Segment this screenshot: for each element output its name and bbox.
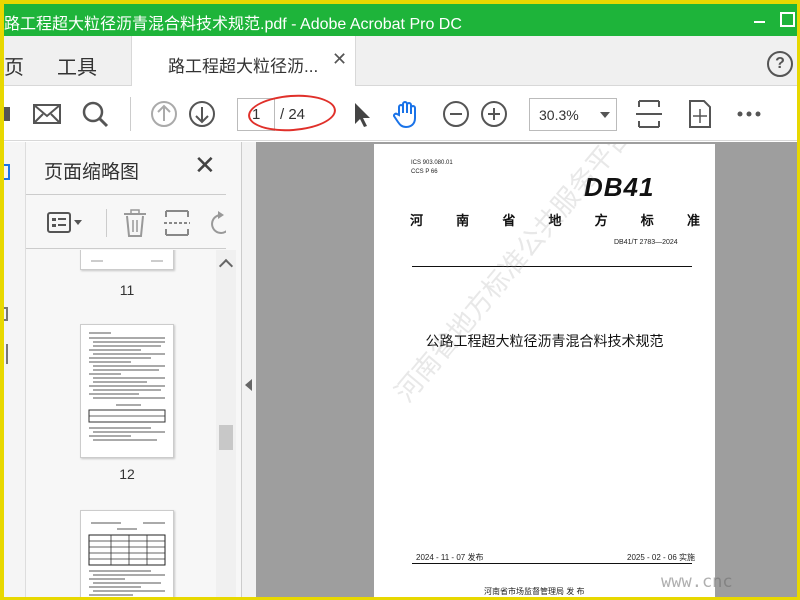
publisher: 河南省市场监督管理局 发 布 <box>484 587 585 596</box>
document-page: ICS 903.080.01 CCS P 66 DB41 河 南 省 地 方 标… <box>374 144 715 597</box>
document-view[interactable]: ICS 903.080.01 CCS P 66 DB41 河 南 省 地 方 标… <box>256 142 797 597</box>
zoom-level-select[interactable]: 30.3% <box>529 98 617 131</box>
tab-tools[interactable]: 工具 <box>57 51 97 80</box>
panel-toolbar <box>26 194 226 249</box>
page-thumbnails-icon[interactable] <box>4 164 10 180</box>
ccs-line: CCS P 66 <box>411 169 438 175</box>
hand-tool-icon[interactable] <box>390 97 424 131</box>
zoom-in-icon[interactable] <box>477 97 511 131</box>
title-bar: 路工程超大粒径沥青混合料技术规范.pdf - Adobe Acrobat Pro… <box>4 4 797 36</box>
delete-page-icon[interactable] <box>120 209 150 237</box>
heading-char: 省 <box>502 213 516 228</box>
heading-char: 标 <box>640 213 654 228</box>
panel-collapse-handle[interactable] <box>242 142 256 597</box>
thumbnail-scrollbar[interactable] <box>216 250 236 597</box>
heading-char: 准 <box>686 213 700 228</box>
document-number: DB41/T 2783—2024 <box>614 239 678 246</box>
zoom-out-icon[interactable] <box>439 97 473 131</box>
navigation-pane-strip <box>4 142 26 597</box>
email-icon[interactable] <box>30 97 64 131</box>
collapse-arrow-icon <box>245 379 252 391</box>
tab-home[interactable]: 页 <box>4 51 24 80</box>
bookmark-icon[interactable] <box>4 344 8 364</box>
footer-rule <box>412 563 692 564</box>
rotate-page-icon[interactable] <box>204 209 226 237</box>
panel-toolbar-divider <box>106 209 107 237</box>
panel-title: 页面缩略图 <box>44 162 140 183</box>
thumbnail-panel: 页面缩略图 ✕ 11 12 <box>26 142 242 597</box>
scroll-up-icon[interactable] <box>218 258 234 274</box>
thumbnail-list: 11 12 <box>26 250 216 597</box>
chevron-down-icon <box>600 112 610 118</box>
thumbnail-page-number: 11 <box>119 282 135 298</box>
select-cursor-icon[interactable] <box>344 97 378 131</box>
implement-date: 2025 - 02 - 06 实施 <box>627 553 696 562</box>
acrobat-window: 路工程超大粒径沥青混合料技术规范.pdf - Adobe Acrobat Pro… <box>4 4 797 597</box>
thumbnail-page-13[interactable] <box>80 510 174 597</box>
ics-line: ICS 903.080.01 <box>411 160 453 166</box>
tab-document[interactable]: 路工程超大粒径沥... ✕ <box>131 36 356 86</box>
maximize-button[interactable] <box>773 4 797 36</box>
close-panel-icon[interactable]: ✕ <box>194 152 216 178</box>
heading-char: 河 <box>410 213 424 228</box>
document-tab-label: 路工程超大粒径沥... <box>168 57 319 76</box>
page-watermark: 河南省地方标准公共服务平台 <box>389 144 638 408</box>
close-tab-icon[interactable]: ✕ <box>332 49 347 70</box>
more-options-icon[interactable] <box>732 97 766 131</box>
search-icon[interactable] <box>78 97 112 131</box>
header-rule <box>412 266 692 267</box>
window-title: 路工程超大粒径沥青混合料技术规范.pdf - Adobe Acrobat Pro… <box>4 16 462 33</box>
thumbnail-page-number: 12 <box>119 466 135 482</box>
fit-page-icon[interactable] <box>632 97 666 131</box>
site-watermark: www.cnc <box>661 572 733 592</box>
help-icon[interactable]: ? <box>767 51 793 77</box>
print-icon[interactable] <box>4 97 18 131</box>
previous-page-icon[interactable] <box>147 97 181 131</box>
scrollbar-thumb[interactable] <box>219 425 233 450</box>
minimize-button[interactable] <box>744 4 774 36</box>
ics-code: ICS 903.080.01 CCS P 66 <box>411 159 453 177</box>
extract-page-icon[interactable] <box>162 209 192 237</box>
attachment-icon[interactable] <box>4 307 8 321</box>
heading-char: 方 <box>594 213 608 228</box>
zoom-value: 30.3% <box>539 107 579 123</box>
main-toolbar: 1 / 24 30.3% <box>4 87 797 141</box>
issue-date: 2024 - 11 - 07 发布 <box>416 553 484 562</box>
toolbar-divider <box>130 97 131 131</box>
next-page-icon[interactable] <box>185 97 219 131</box>
thumbnail-page-12[interactable] <box>80 324 174 458</box>
full-screen-icon[interactable] <box>682 97 716 131</box>
thumbnail-page-11[interactable] <box>80 250 174 270</box>
thumbnail-options-icon[interactable] <box>46 209 86 237</box>
tab-bar: 页 工具 路工程超大粒径沥... ✕ ? <box>4 36 797 86</box>
heading-char: 南 <box>456 213 470 228</box>
